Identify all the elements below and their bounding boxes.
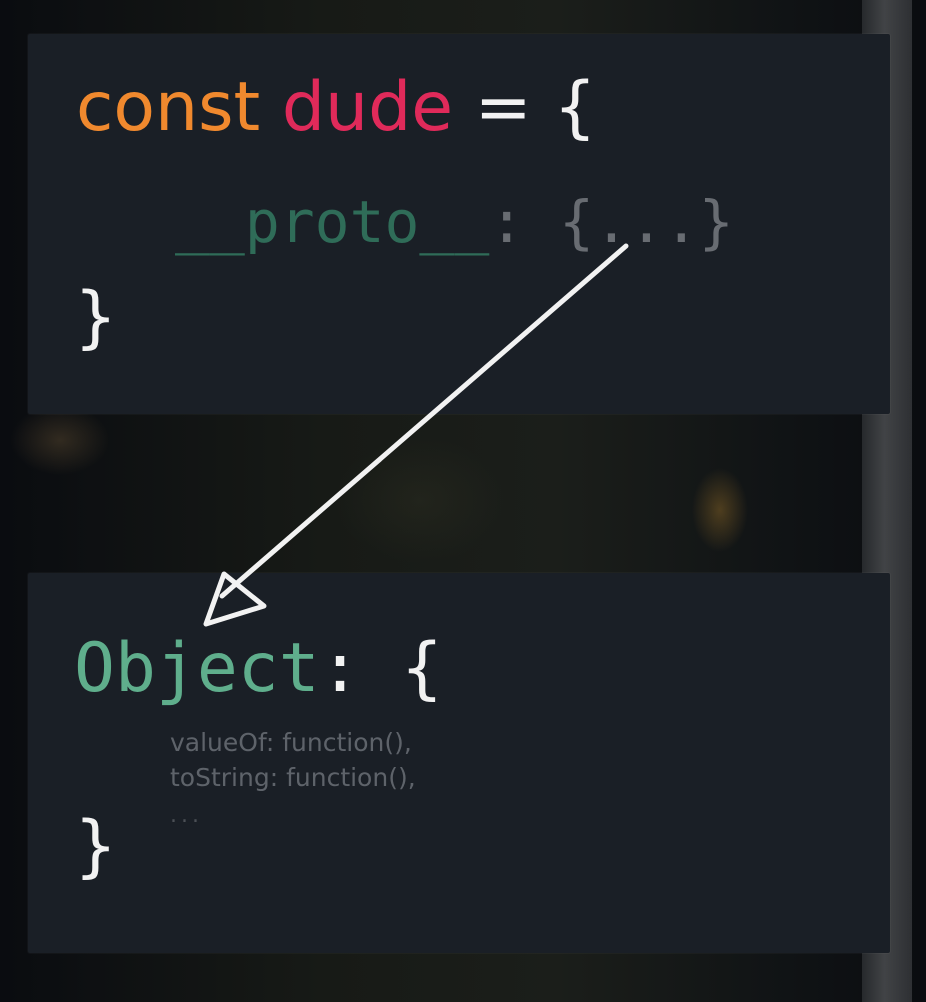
close-brace: } bbox=[74, 278, 118, 357]
object-open-brace: { bbox=[401, 629, 443, 708]
member-ellipsis: ... bbox=[170, 803, 203, 828]
slide: const dude = { __proto__: {...} } Object… bbox=[0, 0, 926, 1002]
object-name: Object bbox=[74, 629, 320, 708]
object-close-brace: } bbox=[74, 807, 118, 886]
proto-colon: : bbox=[489, 188, 525, 256]
member-tostring: toString: function(), bbox=[170, 763, 416, 792]
dude-code-panel: const dude = { __proto__: {...} } bbox=[28, 34, 890, 414]
variable-name: dude bbox=[281, 68, 454, 147]
member-valueof: valueOf: function(), bbox=[170, 728, 412, 757]
proto-value: {...} bbox=[559, 188, 734, 256]
assignment-operator: = bbox=[474, 68, 532, 147]
const-keyword: const bbox=[76, 68, 261, 147]
object-code-panel: Object: { valueOf: function(), toString:… bbox=[28, 573, 890, 953]
object-line: Object: { bbox=[74, 635, 443, 703]
proto-line: __proto__: {...} bbox=[175, 193, 734, 251]
proto-key: __proto__ bbox=[175, 188, 490, 256]
object-colon: : bbox=[319, 629, 361, 708]
open-brace: { bbox=[553, 68, 597, 147]
declaration-line: const dude = { bbox=[76, 74, 597, 142]
